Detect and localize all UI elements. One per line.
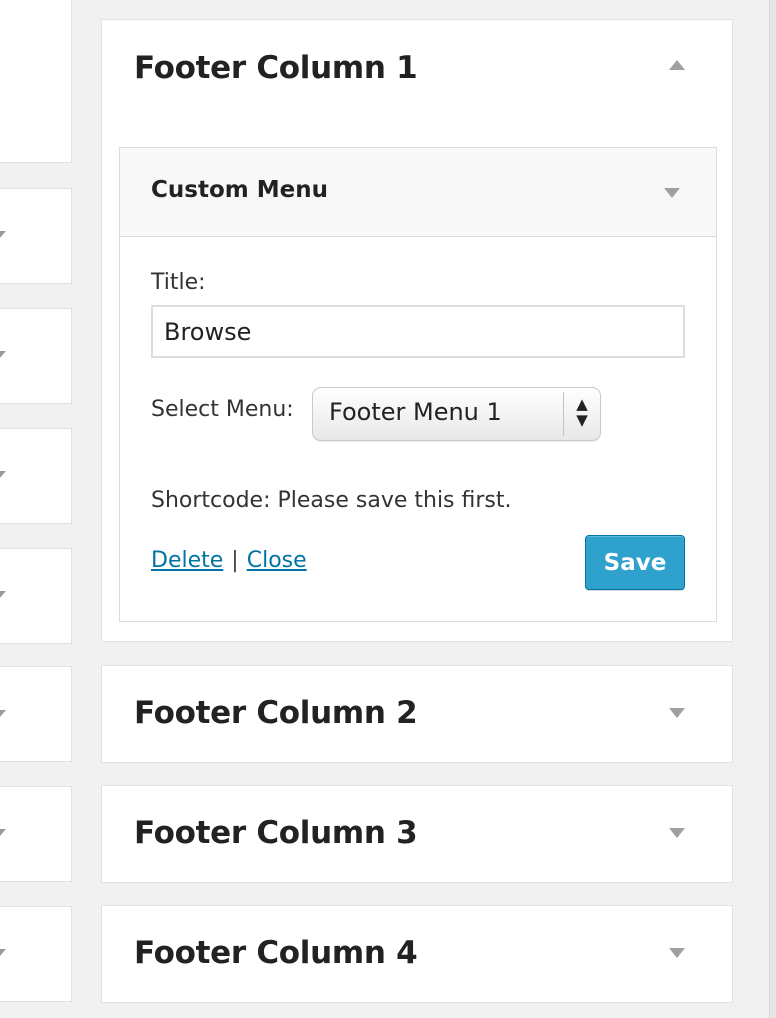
widget-title[interactable]: Custom Menu <box>151 177 328 203</box>
delete-link[interactable]: Delete <box>151 548 223 573</box>
chevron-down-icon[interactable] <box>669 948 685 958</box>
widget-area-footer-column-1: Footer Column 1 Custom Menu Title: Selec… <box>101 19 733 642</box>
chevron-down-icon[interactable] <box>664 188 680 198</box>
widgets-screen: Footer Column 1 Custom Menu Title: Selec… <box>0 0 776 1018</box>
left-sidebar-box[interactable] <box>0 188 72 284</box>
chevron-down-icon[interactable] <box>0 231 6 239</box>
left-sidebar-box <box>0 0 72 163</box>
widget-area-title[interactable]: Footer Column 4 <box>134 935 418 971</box>
chevron-down-icon[interactable] <box>0 710 6 718</box>
widget-area-title[interactable]: Footer Column 3 <box>134 815 418 851</box>
chevron-down-icon[interactable] <box>669 708 685 718</box>
chevron-down-icon[interactable] <box>0 351 6 359</box>
widget-area-title[interactable]: Footer Column 2 <box>134 695 418 731</box>
select-menu-label: Select Menu: <box>151 397 294 422</box>
chevron-down-icon[interactable] <box>0 591 6 599</box>
chevron-down-icon[interactable] <box>0 471 6 479</box>
left-sidebar-box[interactable] <box>0 786 72 882</box>
custom-menu-widget: Custom Menu Title: Select Menu: Footer M… <box>119 147 717 622</box>
widget-area-title[interactable]: Footer Column 1 <box>134 50 418 86</box>
left-sidebar-box[interactable] <box>0 906 72 1002</box>
chevron-down-icon[interactable] <box>0 829 6 837</box>
select-divider <box>563 392 564 436</box>
left-sidebar-box[interactable] <box>0 308 72 404</box>
left-sidebar-box[interactable] <box>0 428 72 524</box>
chevron-down-icon[interactable] <box>0 949 6 957</box>
shortcode-text: Shortcode: Please save this first. <box>151 488 512 513</box>
widget-header[interactable]: Custom Menu <box>120 148 716 237</box>
save-button[interactable]: Save <box>585 535 685 590</box>
chevron-up-icon[interactable] <box>669 60 685 70</box>
left-sidebar-box[interactable] <box>0 666 72 762</box>
menu-select[interactable]: Footer Menu 1 ▲ ▼ <box>312 387 601 441</box>
widget-actions: Delete | Close <box>151 548 307 573</box>
close-link[interactable]: Close <box>247 548 307 573</box>
select-arrows-icon: ▲ ▼ <box>576 395 588 429</box>
chevron-down-icon[interactable] <box>669 828 685 838</box>
widget-area-footer-column-3[interactable]: Footer Column 3 <box>101 785 733 883</box>
widget-area-footer-column-2[interactable]: Footer Column 2 <box>101 665 733 763</box>
title-input[interactable] <box>151 305 685 358</box>
title-label: Title: <box>151 270 206 295</box>
menu-select-value: Footer Menu 1 <box>329 398 502 426</box>
widget-area-footer-column-4[interactable]: Footer Column 4 <box>101 905 733 1003</box>
window-edge <box>769 0 776 1018</box>
left-sidebar-box[interactable] <box>0 548 72 644</box>
action-separator: | <box>231 548 239 573</box>
